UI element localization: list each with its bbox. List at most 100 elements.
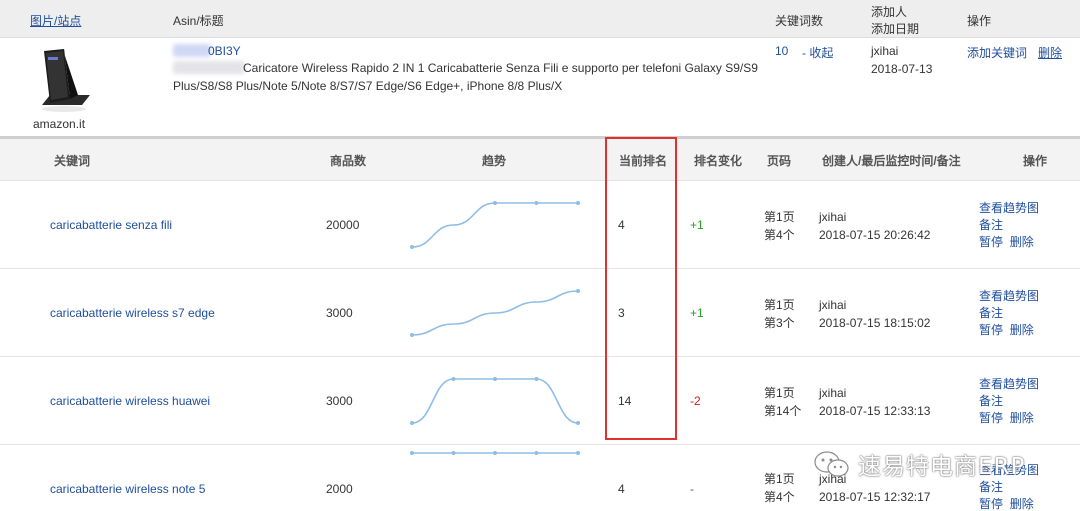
page-position: 第4个 bbox=[764, 228, 795, 242]
trend-point[interactable] bbox=[576, 201, 580, 205]
last-monitored: 2018-07-15 18:15:02 bbox=[819, 316, 931, 330]
delete-product-link[interactable]: 删除 bbox=[1038, 44, 1062, 61]
trend-point[interactable] bbox=[576, 451, 580, 455]
page-number: 第1页 bbox=[764, 386, 795, 400]
current-rank: 14 bbox=[618, 394, 632, 408]
note-link[interactable]: 备注 bbox=[979, 393, 1039, 410]
view-trend-link[interactable]: 查看趋势图 bbox=[979, 200, 1039, 217]
page-info: 第1页 第3个 bbox=[764, 296, 795, 332]
redacted-asin-prefix bbox=[173, 44, 211, 57]
rank-change: +1 bbox=[690, 306, 704, 320]
pause-link[interactable]: 暂停 bbox=[979, 497, 1003, 511]
trend-sparkline[interactable] bbox=[400, 437, 590, 497]
product-count: 3000 bbox=[326, 394, 353, 408]
current-rank: 4 bbox=[618, 218, 625, 232]
trend-point[interactable] bbox=[410, 333, 414, 337]
col-product-count: 商品数 bbox=[330, 154, 367, 168]
row-actions: 查看趋势图 备注 暂停 删除 bbox=[979, 288, 1039, 339]
last-monitored: 2018-07-15 12:32:17 bbox=[819, 490, 931, 504]
trend-point[interactable] bbox=[410, 421, 414, 425]
trend-point[interactable] bbox=[534, 377, 539, 381]
product-count: 20000 bbox=[326, 218, 360, 232]
delete-link[interactable]: 删除 bbox=[1010, 235, 1034, 249]
col-rank-change[interactable]: 排名变化 bbox=[694, 152, 742, 169]
rank-change: - bbox=[690, 482, 694, 496]
col-trend: 趋势 bbox=[482, 154, 507, 168]
keyword-link[interactable]: caricabatterie wireless note 5 bbox=[50, 482, 205, 496]
keyword-link[interactable]: caricabatterie wireless huawei bbox=[50, 394, 210, 408]
collapse-link[interactable]: - 收起 bbox=[802, 44, 833, 61]
trend-point[interactable] bbox=[451, 377, 456, 381]
delete-link[interactable]: 删除 bbox=[1010, 323, 1034, 337]
page-number: 第1页 bbox=[764, 210, 795, 224]
page-info: 第1页 第4个 bbox=[764, 208, 795, 244]
trend-point[interactable] bbox=[576, 289, 580, 293]
page-position: 第3个 bbox=[764, 316, 795, 330]
trend-sparkline[interactable] bbox=[400, 283, 590, 343]
trend-point[interactable] bbox=[493, 201, 497, 205]
watermark-text: 速易特电商ERP bbox=[858, 454, 1026, 480]
creator-info: jxihai 2018-07-15 20:26:42 bbox=[819, 208, 930, 244]
keyword-count-link[interactable]: 10 bbox=[775, 44, 788, 58]
product-count: 2000 bbox=[326, 482, 353, 496]
trend-sparkline[interactable] bbox=[400, 371, 590, 431]
pause-link[interactable]: 暂停 bbox=[979, 323, 1003, 337]
trend-point[interactable] bbox=[576, 421, 580, 425]
note-link[interactable]: 备注 bbox=[979, 217, 1039, 234]
trend-point[interactable] bbox=[534, 451, 539, 455]
redacted-title-prefix bbox=[173, 61, 245, 74]
site-label: amazon.it bbox=[33, 117, 86, 131]
added-by: jxihai bbox=[871, 44, 899, 58]
view-trend-link[interactable]: 查看趋势图 bbox=[979, 288, 1039, 305]
creator-name: jxihai bbox=[819, 386, 847, 400]
product-count: 3000 bbox=[326, 306, 353, 320]
product-image[interactable] bbox=[34, 45, 94, 115]
wechat-icon bbox=[814, 451, 849, 477]
note-link[interactable]: 备注 bbox=[979, 305, 1039, 322]
trend-point[interactable] bbox=[493, 451, 497, 455]
col-page: 页码 bbox=[767, 154, 792, 168]
delete-link[interactable]: 删除 bbox=[1010, 497, 1034, 511]
keyword-link[interactable]: caricabatterie senza fili bbox=[50, 218, 172, 232]
product-table-header: 图片/站点 Asin/标题 关键词数 添加人 添加日期 操作 bbox=[0, 0, 1080, 38]
trend-point[interactable] bbox=[410, 245, 414, 249]
keyword-row: caricabatterie senza fili 20000 4 +1 第1页… bbox=[0, 181, 1080, 269]
title-line-2: Plus/S8/S8 Plus/Note 5/Note 8/S7/S7 Edge… bbox=[173, 79, 563, 93]
trend-point[interactable] bbox=[534, 201, 539, 205]
watermark: 速易特电商ERP bbox=[812, 446, 1062, 482]
keyword-table-header: 关键词 商品数 趋势 当前排名 排名变化 页码 创建人/最后监控时间/备注 操作 bbox=[0, 139, 1080, 181]
page-number: 第1页 bbox=[764, 472, 795, 486]
page-info: 第1页 第4个 bbox=[764, 470, 795, 506]
creator-info: jxihai 2018-07-15 12:33:13 bbox=[819, 384, 930, 420]
current-rank: 4 bbox=[618, 482, 625, 496]
rank-change: +1 bbox=[690, 218, 704, 232]
add-keyword-link[interactable]: 添加关键词 bbox=[967, 44, 1027, 61]
row-actions: 查看趋势图 备注 暂停 删除 bbox=[979, 200, 1039, 251]
keyword-row: caricabatterie wireless s7 edge 3000 3 +… bbox=[0, 269, 1080, 357]
page-position: 第4个 bbox=[764, 490, 795, 504]
page-position: 第14个 bbox=[764, 404, 802, 418]
pause-link[interactable]: 暂停 bbox=[979, 411, 1003, 425]
view-trend-link[interactable]: 查看趋势图 bbox=[979, 376, 1039, 393]
product-row: amazon.it 0BI3Y Caricatore Wireless Rapi… bbox=[0, 38, 1080, 136]
keyword-link[interactable]: caricabatterie wireless s7 edge bbox=[50, 306, 215, 320]
col-actions: 操作 bbox=[1023, 154, 1048, 168]
trend-line bbox=[411, 202, 578, 248]
pause-link[interactable]: 暂停 bbox=[979, 235, 1003, 249]
delete-link[interactable]: 删除 bbox=[1010, 411, 1034, 425]
trend-sparkline[interactable] bbox=[400, 195, 590, 255]
title-line-1: Caricatore Wireless Rapido 2 IN 1 Carica… bbox=[243, 61, 758, 75]
last-monitored: 2018-07-15 12:33:13 bbox=[819, 404, 931, 418]
rank-change: -2 bbox=[690, 394, 701, 408]
col-current-rank[interactable]: 当前排名 bbox=[619, 152, 667, 169]
asin-link[interactable]: 0BI3Y bbox=[208, 44, 241, 58]
trend-point[interactable] bbox=[410, 451, 414, 455]
trend-point[interactable] bbox=[493, 377, 497, 381]
creator-info: jxihai 2018-07-15 18:15:02 bbox=[819, 296, 930, 332]
header-actions: 操作 bbox=[967, 14, 992, 28]
trend-point[interactable] bbox=[451, 451, 456, 455]
header-keyword-count: 关键词数 bbox=[775, 14, 824, 28]
header-image-site[interactable]: 图片/站点 bbox=[30, 12, 81, 29]
col-keyword: 关键词 bbox=[54, 154, 91, 168]
row-actions: 查看趋势图 备注 暂停 删除 bbox=[979, 376, 1039, 427]
